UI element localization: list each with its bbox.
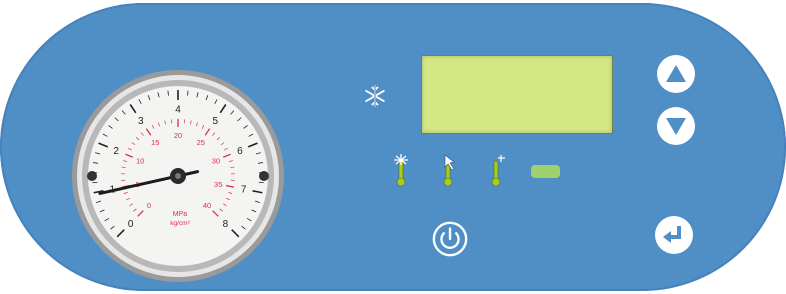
gauge-label-outer: 7	[241, 185, 247, 196]
gauge-dial: 0123456780510152025303540MPakg/cm²	[72, 70, 284, 282]
arrow-up-icon	[666, 65, 686, 82]
down-button[interactable]	[657, 107, 695, 145]
arrow-down-icon	[666, 118, 686, 135]
gauge-label-outer: 0	[128, 219, 134, 230]
gauge-label-outer: 8	[223, 219, 229, 230]
pressure-gauge: 0123456780510152025303540MPakg/cm²	[70, 68, 286, 284]
gauge-label-inner: 0	[147, 201, 151, 210]
gauge-label-outer: 6	[237, 146, 243, 157]
gauge-label-inner: 20	[174, 131, 182, 140]
gauge-label-outer: 4	[175, 105, 181, 116]
gauge-label-inner: 10	[136, 156, 144, 165]
power-icon	[432, 221, 468, 257]
gauge-label-inner: 25	[197, 138, 205, 147]
enter-icon	[663, 226, 681, 243]
up-button[interactable]	[657, 55, 695, 93]
thermometer-fan-icon	[390, 153, 412, 194]
enter-button[interactable]	[655, 216, 693, 254]
gauge-label-inner: 30	[212, 156, 220, 165]
thermometer-small-icon	[488, 153, 510, 194]
lcd-display	[421, 55, 613, 134]
gauge-unit-secondary: kg/cm²	[170, 220, 190, 227]
gauge-label-outer: 3	[138, 116, 144, 127]
gauge-label-outer: 2	[113, 146, 119, 157]
power-button[interactable]	[431, 220, 469, 258]
snowflake-icon	[362, 83, 388, 114]
gauge-unit-primary: MPa	[173, 211, 188, 218]
status-led	[531, 165, 560, 178]
gauge-hub-cap	[175, 173, 181, 179]
gauge-label-outer: 5	[212, 116, 218, 127]
gauge-label-inner: 40	[203, 201, 211, 210]
gauge-label-inner: 15	[151, 138, 159, 147]
control-panel: 0123456780510152025303540MPakg/cm²	[0, 3, 786, 291]
thermometer-arrow-icon	[440, 153, 462, 194]
gauge-label-inner: 35	[214, 180, 222, 189]
